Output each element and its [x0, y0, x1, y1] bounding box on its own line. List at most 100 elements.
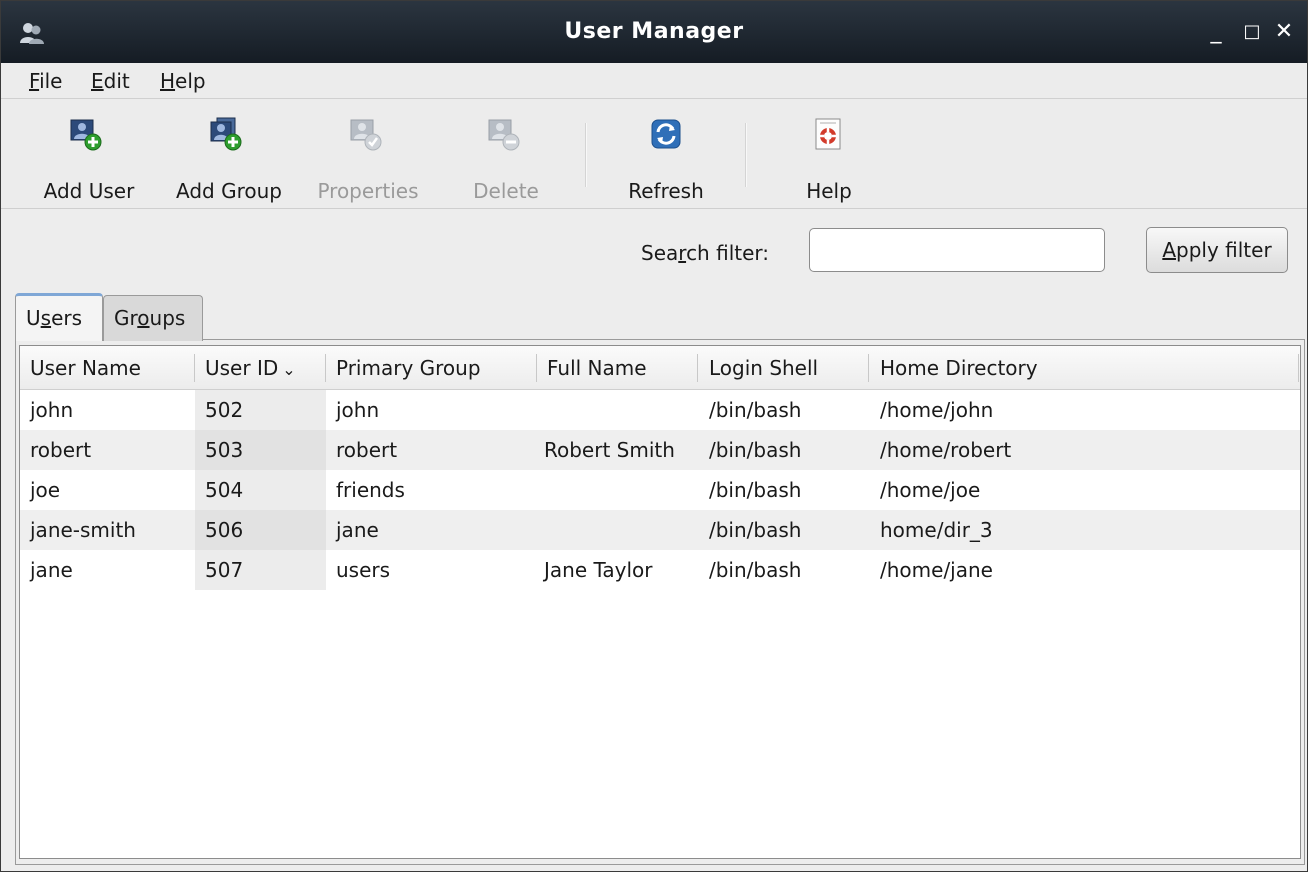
column-header-full-name[interactable]: Full Name: [537, 346, 697, 390]
cell-user-name: jane-smith: [30, 518, 136, 542]
cell-login-shell: /bin/bash: [709, 518, 802, 542]
maximize-button[interactable]: □: [1237, 17, 1267, 47]
refresh-button[interactable]: Refresh: [613, 113, 719, 203]
column-header-primary-group[interactable]: Primary Group: [326, 346, 536, 390]
apply-filter-label: pply filter: [1176, 238, 1272, 262]
column-header-user-name[interactable]: User Name: [20, 346, 194, 390]
apply-filter-mnemonic: A: [1162, 238, 1176, 262]
cell-login-shell: /bin/bash: [709, 398, 802, 422]
table-row[interactable]: jane-smith 506 jane /bin/bash home/dir_3: [20, 510, 1300, 550]
properties-button[interactable]: Properties: [305, 113, 431, 203]
table-row[interactable]: jane 507 users Jane Taylor /bin/bash /ho…: [20, 550, 1300, 590]
cell-home-directory: /home/jane: [880, 558, 993, 582]
help-lifebuoy-icon: [811, 117, 843, 150]
apply-filter-button[interactable]: Apply filter: [1146, 227, 1288, 273]
column-divider[interactable]: [697, 354, 698, 382]
cell-user-id: 502: [195, 390, 326, 430]
cell-home-directory: /home/john: [880, 398, 994, 422]
refresh-icon: [649, 117, 681, 149]
add-group-button[interactable]: Add Group: [165, 113, 293, 203]
cell-home-directory: home/dir_3: [880, 518, 993, 542]
cell-home-directory: /home/robert: [880, 438, 1012, 462]
title-bar[interactable]: User Manager _ □ ✕: [1, 1, 1307, 63]
cell-full-name: [534, 390, 699, 430]
refresh-label: Refresh: [628, 179, 704, 203]
tab-users-post: ers: [51, 306, 83, 330]
help-button[interactable]: Help: [787, 113, 871, 203]
delete-button[interactable]: Delete: [453, 113, 559, 203]
cell-primary-group: users: [336, 558, 391, 582]
cell-home-directory: /home/joe: [880, 478, 981, 502]
column-divider[interactable]: [868, 354, 869, 382]
sort-descending-icon: ⌄: [282, 360, 296, 379]
column-divider[interactable]: [1298, 354, 1299, 382]
cell-login-shell: /bin/bash: [709, 438, 802, 462]
toolbar: Add User Add Group Properties Delete Ref…: [1, 99, 1307, 209]
table-row[interactable]: robert 503 robert Robert Smith /bin/bash…: [20, 430, 1300, 470]
cell-primary-group: jane: [336, 518, 379, 542]
search-filter-input[interactable]: [809, 228, 1105, 272]
menu-help-label: elp: [175, 69, 206, 93]
add-user-label: Add User: [43, 179, 135, 203]
toolbar-separator: [585, 123, 587, 187]
cell-user-name: joe: [30, 478, 61, 502]
toolbar-separator: [745, 123, 747, 187]
cell-primary-group: friends: [336, 478, 405, 502]
column-header-login-shell[interactable]: Login Shell: [699, 346, 869, 390]
cell-full-name: [534, 470, 699, 510]
add-group-label: Add Group: [176, 179, 282, 203]
cell-user-name: robert: [30, 438, 92, 462]
cell-login-shell: /bin/bash: [709, 558, 802, 582]
minimize-button[interactable]: _: [1201, 17, 1231, 47]
add-user-icon: [69, 117, 102, 151]
cell-full-name: [534, 510, 699, 550]
search-label-mnemonic: r: [678, 241, 687, 265]
tab-users-mnemonic: s: [40, 306, 52, 330]
properties-label: Properties: [317, 179, 419, 203]
cell-user-name: jane: [30, 558, 73, 582]
table-row[interactable]: joe 504 friends /bin/bash /home/joe: [20, 470, 1300, 510]
tab-groups-pre: Gr: [114, 306, 138, 330]
cell-full-name: Robert Smith: [544, 438, 675, 462]
table-row[interactable]: john 502 john /bin/bash /home/john: [20, 390, 1300, 430]
tab-groups[interactable]: Groups: [103, 295, 203, 341]
menu-file-mnemonic: F: [29, 69, 40, 93]
add-user-button[interactable]: Add User: [31, 113, 147, 203]
delete-icon: [487, 117, 520, 151]
delete-label: Delete: [473, 179, 539, 203]
menu-edit-label: dit: [103, 69, 130, 93]
cell-user-id: 506: [195, 510, 326, 550]
tab-users-pre: U: [26, 306, 41, 330]
menu-help-mnemonic: H: [160, 69, 176, 93]
tab-users[interactable]: Users: [15, 293, 103, 341]
users-table[interactable]: User Name User ID ⌄ Primary Group Full Na…: [19, 345, 1301, 859]
properties-icon: [349, 117, 382, 151]
menu-bar: File Edit Help: [1, 63, 1307, 99]
menu-edit-mnemonic: E: [91, 69, 104, 93]
cell-user-id: 503: [195, 430, 326, 470]
user-manager-window: User Manager _ □ ✕ File Edit Help Add Us…: [0, 0, 1308, 872]
cell-user-name: john: [30, 398, 74, 422]
cell-user-id: 504: [195, 470, 326, 510]
column-header-home-directory[interactable]: Home Directory: [870, 346, 1298, 390]
cell-login-shell: /bin/bash: [709, 478, 802, 502]
close-button[interactable]: ✕: [1269, 17, 1299, 47]
menu-file[interactable]: File: [25, 66, 66, 96]
help-label: Help: [806, 179, 852, 203]
window-title: User Manager: [564, 19, 744, 44]
menu-help[interactable]: Help: [156, 66, 210, 96]
tab-groups-mnemonic: o: [137, 306, 150, 330]
column-header-user-id-label: User ID: [205, 356, 279, 380]
search-label-pre: Sea: [641, 241, 679, 265]
search-label-post: ch filter:: [686, 241, 770, 265]
column-header-user-id[interactable]: User ID ⌄: [195, 346, 325, 390]
cell-primary-group: john: [336, 398, 380, 422]
search-filter-label: Search filter:: [641, 241, 769, 265]
menu-edit[interactable]: Edit: [87, 66, 134, 96]
menu-file-label: ile: [39, 69, 63, 93]
tab-groups-post: ups: [149, 306, 186, 330]
cell-primary-group: robert: [336, 438, 398, 462]
cell-user-id: 507: [195, 550, 326, 590]
cell-full-name: Jane Taylor: [544, 558, 653, 582]
add-group-icon: [209, 117, 242, 151]
